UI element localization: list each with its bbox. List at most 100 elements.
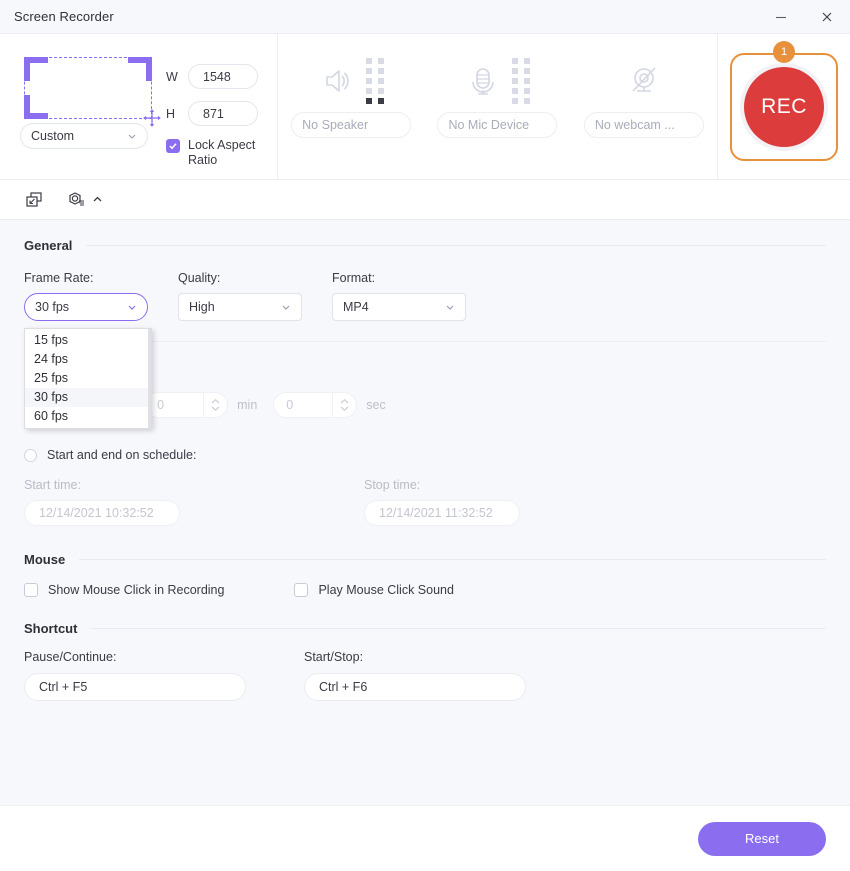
record-ring: REC [740, 62, 828, 151]
minutes-stepper[interactable]: 0 [144, 392, 229, 418]
footer-bar: Reset [0, 805, 850, 871]
chevron-down-icon [128, 134, 136, 139]
width-row: W 1548 [166, 64, 272, 89]
frame-rate-select[interactable]: 30 fps [24, 293, 148, 321]
level-dot [512, 98, 519, 104]
start-time-value: 12/14/2021 10:32:52 [39, 506, 154, 520]
webcam-off-icon[interactable] [624, 61, 664, 101]
region-preset-value: Custom [31, 129, 75, 143]
stop-time-input[interactable]: 12/14/2021 11:32:52 [364, 500, 520, 526]
frame-rate-option[interactable]: 24 fps [25, 350, 151, 369]
chevron-up-icon[interactable] [339, 398, 350, 405]
level-dot [378, 58, 385, 64]
frame-rate-dropdown[interactable]: 15 fps 24 fps 25 fps 30 fps 60 fps [24, 328, 152, 429]
close-icon [822, 12, 832, 21]
frame-rate-field: Frame Rate: 30 fps [24, 271, 178, 321]
schedule-radio-row[interactable]: Start and end on schedule: [24, 448, 826, 462]
crop-corner-tr-v [146, 57, 152, 81]
shortcut-fields-row: Pause/Continue: Ctrl + F5 Start/Stop: Ct… [24, 650, 826, 701]
region-preview-column: Custom [20, 48, 161, 179]
seconds-stepper[interactable]: 0 [273, 392, 358, 418]
format-field: Format: MP4 [332, 271, 466, 321]
microphone-icon[interactable] [463, 61, 503, 101]
window-controls [758, 0, 850, 33]
chevron-up-icon[interactable] [210, 398, 221, 405]
microphone-icon-group [463, 58, 531, 104]
title-bar: Screen Recorder [0, 0, 850, 34]
mouse-section-title: Mouse [24, 552, 66, 567]
quality-value: High [189, 300, 215, 314]
show-mouse-click-row[interactable]: Show Mouse Click in Recording [24, 583, 224, 597]
lock-aspect-ratio-checkbox[interactable] [166, 139, 180, 153]
pause-continue-input[interactable]: Ctrl + F5 [24, 673, 246, 701]
height-row: H 871 [166, 101, 272, 126]
chevron-up-icon[interactable] [92, 194, 103, 205]
format-select[interactable]: MP4 [332, 293, 466, 321]
speaker-select[interactable]: No Speaker [291, 112, 412, 138]
frame-rate-option[interactable]: 60 fps [25, 407, 151, 426]
frame-rate-label: Frame Rate: [24, 271, 94, 285]
dropdown-scrollbar[interactable] [148, 329, 151, 428]
screen-capture-button[interactable] [24, 190, 44, 210]
frame-rate-option[interactable]: 15 fps [25, 331, 151, 350]
chevron-down-icon [282, 305, 290, 310]
section-divider [91, 628, 826, 629]
width-value: 1548 [203, 69, 231, 84]
quality-select[interactable]: High [178, 293, 302, 321]
start-time-label: Start time: [24, 478, 81, 492]
chevron-down-icon[interactable] [339, 405, 350, 412]
minimize-button[interactable] [758, 0, 804, 33]
microphone-select[interactable]: No Mic Device [437, 112, 558, 138]
frame-rate-option[interactable]: 25 fps [25, 369, 151, 388]
record-button-frame[interactable]: 1 REC [730, 40, 838, 161]
start-time-input[interactable]: 12/14/2021 10:32:52 [24, 500, 180, 526]
play-click-sound-row[interactable]: Play Mouse Click Sound [294, 583, 454, 597]
start-stop-label: Start/Stop: [304, 650, 364, 664]
settings-button[interactable] [66, 190, 103, 210]
section-divider [86, 245, 826, 246]
speaker-level-meter [366, 58, 385, 104]
play-click-sound-label: Play Mouse Click Sound [318, 583, 454, 597]
quality-field: Quality: High [178, 271, 332, 321]
level-dot [378, 68, 385, 74]
webcam-select[interactable]: No webcam ... [583, 112, 704, 138]
pause-continue-value: Ctrl + F5 [39, 680, 88, 694]
microphone-device: No Mic Device [424, 34, 570, 179]
region-preset-select[interactable]: Custom [20, 123, 148, 149]
lock-aspect-ratio-row[interactable]: Lock Aspect Ratio [166, 138, 272, 168]
speaker-select-value: No Speaker [302, 118, 369, 132]
pause-continue-field: Pause/Continue: Ctrl + F5 [24, 650, 304, 701]
level-dot [524, 88, 531, 94]
minutes-stepper-arrows[interactable] [203, 393, 227, 417]
level-dot [512, 68, 519, 74]
level-dot [378, 88, 385, 94]
show-mouse-click-checkbox[interactable] [24, 583, 38, 597]
crop-corner-tl-v [24, 57, 30, 81]
top-panel: Custom W 1548 H 871 Lock Aspect Ratio No… [0, 34, 850, 180]
chevron-down-icon [390, 120, 400, 130]
speaker-icon[interactable] [317, 61, 357, 101]
start-stop-input[interactable]: Ctrl + F6 [304, 673, 526, 701]
move-handle-icon[interactable] [141, 107, 163, 129]
play-click-sound-checkbox[interactable] [294, 583, 309, 597]
record-button[interactable]: REC [744, 66, 824, 147]
height-input[interactable]: 871 [188, 101, 258, 126]
window-title: Screen Recorder [14, 9, 114, 24]
chevron-down-icon[interactable] [210, 405, 221, 412]
level-dot [378, 98, 385, 104]
level-dot [366, 68, 373, 74]
frame-rate-value: 30 fps [35, 300, 70, 314]
shortcut-section-header: Shortcut [24, 621, 826, 636]
stop-time-field: Stop time: 12/14/2021 11:32:52 [364, 478, 704, 526]
stop-time-value: 12/14/2021 11:32:52 [379, 506, 493, 520]
width-input[interactable]: 1548 [188, 64, 258, 89]
reset-button[interactable]: Reset [698, 821, 826, 856]
microphone-select-value: No Mic Device [448, 118, 530, 132]
crop-region-icon[interactable] [24, 57, 161, 127]
seconds-stepper-arrows[interactable] [332, 393, 356, 417]
stop-time-label: Stop time: [364, 478, 421, 492]
schedule-radio[interactable] [24, 448, 37, 462]
frame-rate-option-selected[interactable]: 30 fps [25, 388, 151, 407]
general-section-header: General [24, 238, 826, 253]
close-button[interactable] [804, 0, 850, 33]
